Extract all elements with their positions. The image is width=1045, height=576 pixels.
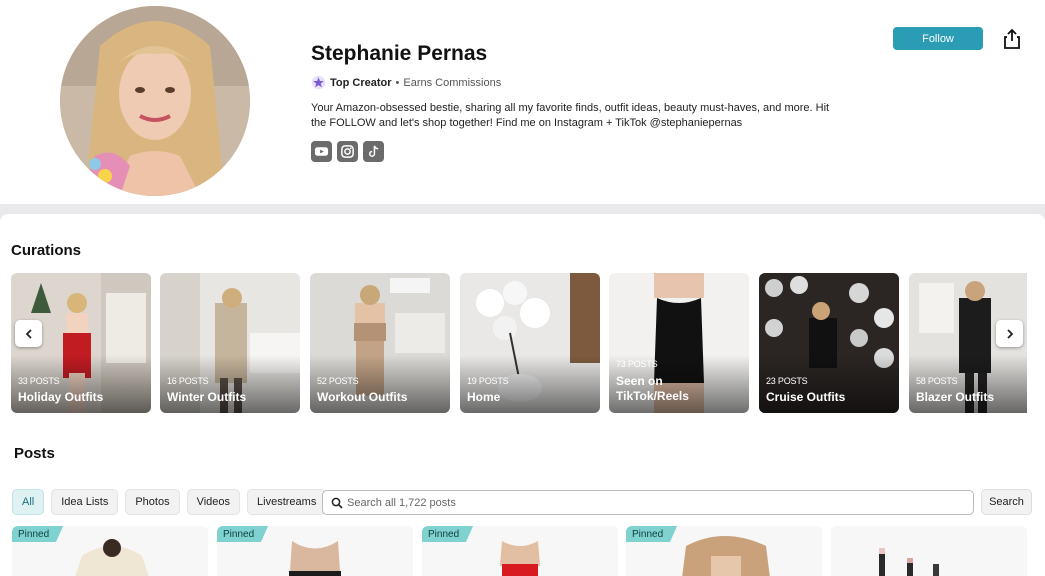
filter-photos[interactable]: Photos bbox=[125, 489, 180, 515]
post-filter-tabs: All Idea Lists Photos Videos Livestreams bbox=[12, 489, 327, 515]
social-links bbox=[311, 141, 384, 162]
search-icon bbox=[331, 497, 343, 509]
avatar[interactable] bbox=[60, 6, 250, 196]
profile-name: Stephanie Pernas bbox=[311, 42, 488, 65]
filter-videos[interactable]: Videos bbox=[186, 489, 241, 515]
curation-count: 23 POSTS bbox=[766, 376, 808, 386]
curation-title: Cruise Outfits bbox=[766, 390, 846, 404]
curation-card[interactable]: 16 POSTS Winter Outfits bbox=[160, 273, 300, 413]
profile-bio: Your Amazon-obsessed bestie, sharing all… bbox=[311, 102, 830, 129]
earns-commissions-label: Earns Commissions bbox=[403, 76, 502, 89]
star-icon bbox=[311, 75, 326, 90]
filter-all[interactable]: All bbox=[12, 489, 45, 515]
badge-separator: • bbox=[395, 76, 400, 89]
curation-title: Workout Outfits bbox=[317, 390, 408, 404]
profile-header: Stephanie Pernas Top Creator • Earns Com… bbox=[0, 0, 1045, 204]
post-card[interactable]: Pinned bbox=[422, 526, 618, 576]
post-card[interactable] bbox=[831, 526, 1027, 576]
follow-button[interactable]: Follow bbox=[893, 27, 983, 50]
curation-title: Seen on TikTok/Reels bbox=[616, 374, 689, 403]
curation-card[interactable]: 52 POSTS Workout Outfits bbox=[310, 273, 450, 413]
curations-title: Curations bbox=[11, 242, 82, 259]
youtube-icon[interactable] bbox=[311, 141, 332, 162]
chevron-left-icon bbox=[25, 328, 32, 339]
curation-title: Blazer Outfits bbox=[916, 390, 995, 404]
pinned-badge: Pinned bbox=[217, 526, 269, 542]
curation-count: 73 POSTS bbox=[616, 359, 658, 369]
post-card[interactable]: Pinned bbox=[217, 526, 413, 576]
curation-card[interactable]: 19 POSTS Home bbox=[460, 273, 600, 413]
creator-badge-row: Top Creator • Earns Commissions bbox=[311, 75, 501, 90]
curation-count: 58 POSTS bbox=[916, 376, 958, 386]
content-panel: Curations 33 POSTS Holiday Outfits 16 PO… bbox=[0, 214, 1045, 576]
search-button[interactable]: Search bbox=[981, 489, 1032, 515]
post-card[interactable]: Pinned bbox=[12, 526, 208, 576]
share-icon[interactable] bbox=[1002, 28, 1022, 50]
chevron-right-icon bbox=[1006, 328, 1013, 339]
carousel-prev-button[interactable] bbox=[15, 320, 42, 347]
tiktok-icon[interactable] bbox=[363, 141, 384, 162]
pinned-badge: Pinned bbox=[626, 526, 678, 542]
curation-title: Holiday Outfits bbox=[18, 390, 104, 404]
posts-title: Posts bbox=[14, 445, 55, 462]
carousel-next-button[interactable] bbox=[996, 320, 1023, 347]
curation-title: Winter Outfits bbox=[167, 390, 247, 404]
instagram-icon[interactable] bbox=[337, 141, 358, 162]
pinned-badge: Pinned bbox=[422, 526, 474, 542]
curation-count: 16 POSTS bbox=[167, 376, 209, 386]
curation-count: 52 POSTS bbox=[317, 376, 359, 386]
curation-count: 19 POSTS bbox=[467, 376, 509, 386]
curation-count: 33 POSTS bbox=[18, 376, 60, 386]
top-creator-badge: Top Creator bbox=[330, 76, 392, 89]
curation-card[interactable]: 73 POSTS Seen on TikTok/Reels bbox=[609, 273, 749, 413]
pinned-badge: Pinned bbox=[12, 526, 64, 542]
filter-idea-lists[interactable]: Idea Lists bbox=[51, 489, 119, 515]
curations-carousel: 33 POSTS Holiday Outfits 16 POSTS Winter… bbox=[11, 273, 1027, 413]
search-placeholder: Search all 1,722 posts bbox=[347, 496, 456, 509]
post-card[interactable]: Pinned bbox=[626, 526, 822, 576]
filter-livestreams[interactable]: Livestreams bbox=[247, 489, 327, 515]
curation-card[interactable]: 23 POSTS Cruise Outfits bbox=[759, 273, 899, 413]
curation-title: Home bbox=[467, 390, 501, 404]
search-input[interactable]: Search all 1,722 posts bbox=[322, 490, 974, 515]
